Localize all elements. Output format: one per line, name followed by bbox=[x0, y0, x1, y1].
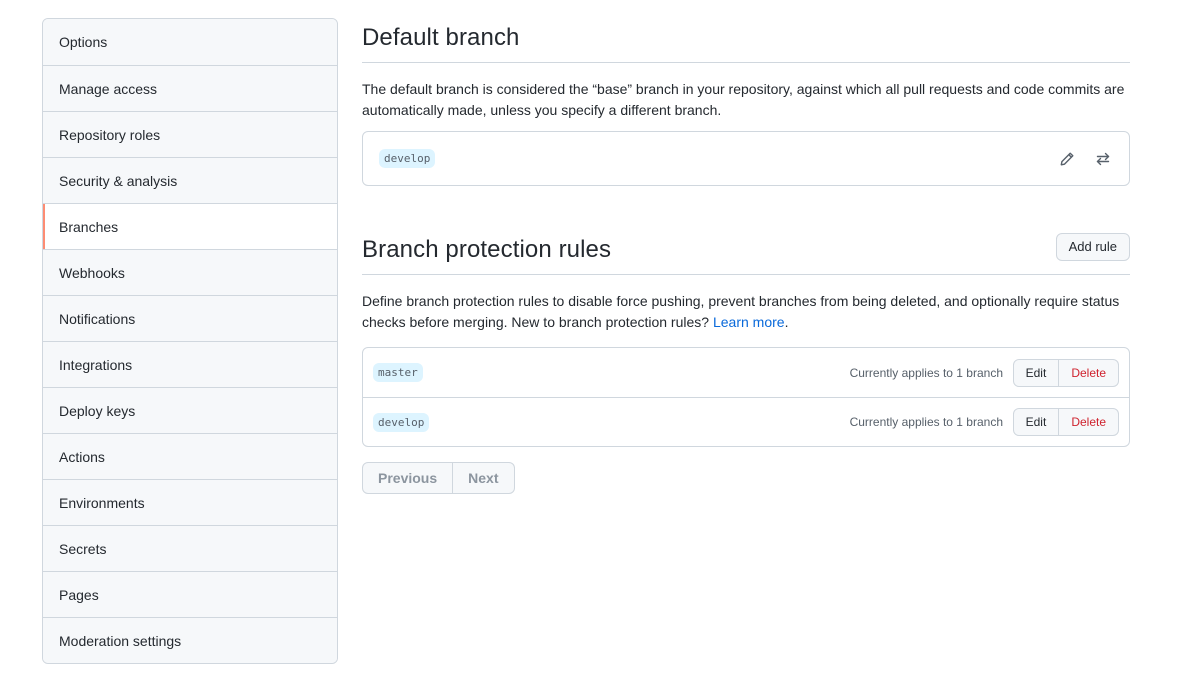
sidebar-item-pages[interactable]: Pages bbox=[43, 571, 337, 617]
previous-page-button[interactable]: Previous bbox=[362, 462, 454, 494]
branch-protection-description: Define branch protection rules to disabl… bbox=[362, 291, 1130, 333]
rule-actions: Edit Delete bbox=[1012, 358, 1119, 387]
sidebar-item-label: Security & analysis bbox=[59, 172, 178, 189]
delete-rule-button[interactable]: Delete bbox=[1059, 408, 1119, 436]
learn-more-link[interactable]: Learn more bbox=[713, 314, 785, 330]
sidebar-item-notifications[interactable]: Notifications bbox=[43, 295, 337, 341]
sidebar-item-label: Repository roles bbox=[59, 126, 161, 143]
sidebar-item-label: Notifications bbox=[59, 310, 136, 327]
sidebar-item-label: Actions bbox=[59, 448, 105, 465]
sidebar-item-options[interactable]: Options bbox=[43, 19, 337, 65]
sidebar-item-secrets[interactable]: Secrets bbox=[43, 525, 337, 571]
sidebar-item-moderation-settings[interactable]: Moderation settings bbox=[43, 617, 337, 663]
sidebar-item-label: Moderation settings bbox=[59, 632, 182, 649]
rule-branch-tag: master bbox=[373, 363, 423, 382]
sidebar-item-label: Integrations bbox=[59, 356, 133, 373]
sidebar-item-integrations[interactable]: Integrations bbox=[43, 341, 337, 387]
rule-actions: Edit Delete bbox=[1012, 408, 1119, 436]
sidebar-item-webhooks[interactable]: Webhooks bbox=[43, 249, 337, 295]
edit-rule-button[interactable]: Edit bbox=[1012, 358, 1060, 387]
rule-branch-tag: develop bbox=[373, 412, 430, 432]
add-rule-button[interactable]: Add rule bbox=[1055, 233, 1130, 261]
sidebar-item-repository-roles[interactable]: Repository roles bbox=[43, 111, 337, 157]
sidebar-item-security-analysis[interactable]: Security & analysis bbox=[43, 157, 337, 203]
sidebar-item-manage-access[interactable]: Manage access bbox=[43, 65, 337, 111]
sidebar-item-label: Environments bbox=[59, 494, 145, 511]
sidebar-item-label: Secrets bbox=[59, 540, 107, 557]
sidebar-item-actions[interactable]: Actions bbox=[43, 433, 337, 479]
pagination: Previous Next bbox=[362, 462, 1130, 494]
sidebar-item-branches[interactable]: Branches bbox=[43, 203, 337, 249]
branch-protection-header: Branch protection rules Add rule bbox=[362, 230, 1130, 275]
branch-protection-title: Branch protection rules bbox=[362, 230, 1130, 275]
sidebar-item-label: Manage access bbox=[59, 80, 158, 97]
settings-sidebar: Options Manage access Repository roles S… bbox=[42, 18, 338, 664]
default-branch-box: develop bbox=[362, 131, 1130, 186]
delete-rule-button[interactable]: Delete bbox=[1059, 358, 1119, 387]
default-branch-tag: develop bbox=[379, 149, 436, 168]
default-branch-description: The default branch is considered the “ba… bbox=[362, 81, 1125, 118]
edit-rule-button[interactable]: Edit bbox=[1012, 408, 1060, 436]
sidebar-item-environments[interactable]: Environments bbox=[43, 479, 337, 525]
table-row: develop Currently applies to 1 branch Ed… bbox=[363, 397, 1129, 446]
sidebar-item-deploy-keys[interactable]: Deploy keys bbox=[43, 387, 337, 433]
sidebar-item-label: Webhooks bbox=[59, 264, 125, 281]
period: . bbox=[784, 314, 789, 330]
next-page-button[interactable]: Next bbox=[453, 462, 515, 494]
arrow-switch-icon[interactable] bbox=[1095, 151, 1113, 169]
sidebar-item-label: Deploy keys bbox=[59, 402, 136, 419]
sidebar-item-label: Branches bbox=[59, 218, 119, 235]
rule-applies-text: Currently applies to 1 branch bbox=[849, 365, 1003, 380]
default-branch-title: Default branch bbox=[362, 18, 1130, 63]
rule-applies-text: Currently applies to 1 branch bbox=[849, 415, 1003, 429]
table-row: master Currently applies to 1 branch Edi… bbox=[363, 348, 1129, 397]
sidebar-item-label: Pages bbox=[59, 586, 99, 603]
pencil-icon[interactable] bbox=[1059, 151, 1077, 169]
main-content: Default branch The default branch is con… bbox=[362, 18, 1130, 494]
sidebar-item-label: Options bbox=[59, 34, 108, 50]
protection-rules-list: master Currently applies to 1 branch Edi… bbox=[362, 347, 1130, 447]
